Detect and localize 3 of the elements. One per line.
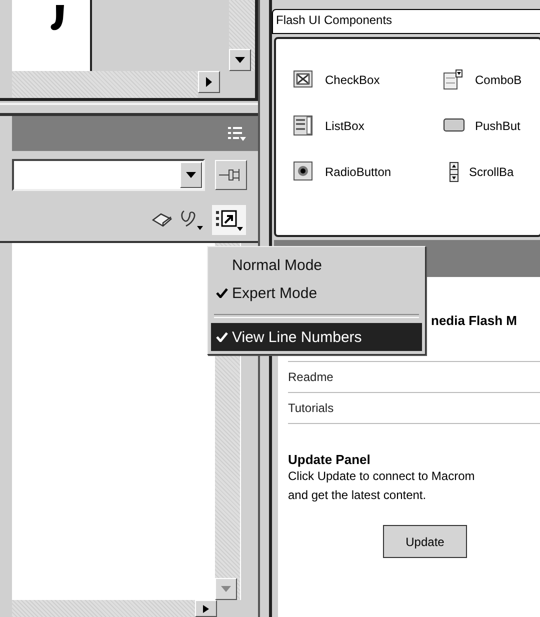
update-description: Click Update to connect to Macrom and get the latest content. bbox=[288, 468, 476, 504]
panel-heading: nedia Flash M bbox=[431, 313, 517, 328]
section-heading: Update Panel bbox=[288, 452, 372, 467]
